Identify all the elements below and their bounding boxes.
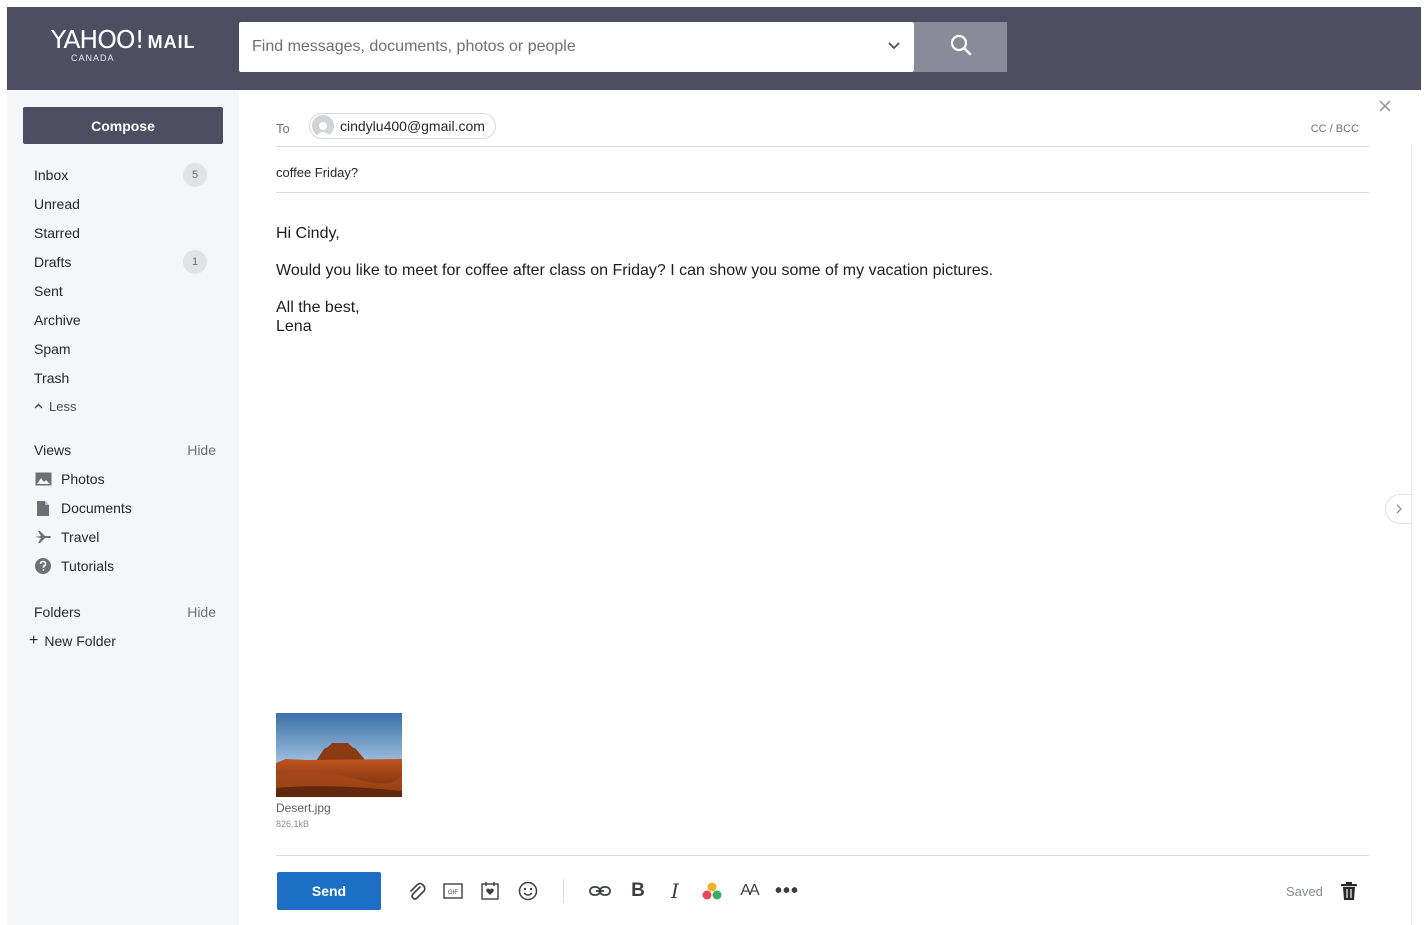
more-options-icon[interactable]: ••• xyxy=(774,878,800,904)
sidebar-item-archive[interactable]: Archive xyxy=(34,308,214,332)
sidebar-item-label: Spam xyxy=(34,341,71,357)
svg-text:GIF: GIF xyxy=(448,890,458,896)
toolbar-divider xyxy=(276,855,1369,856)
bold-icon[interactable]: B xyxy=(625,878,651,904)
logo-suffix: MAIL xyxy=(147,32,196,52)
attachment-thumbnail xyxy=(276,713,402,797)
toolbar-separator xyxy=(563,879,564,903)
drafts-count-badge: 1 xyxy=(183,250,207,274)
inbox-count-badge: 5 xyxy=(183,163,207,187)
chevron-up-icon xyxy=(34,403,43,409)
sidebar-item-trash[interactable]: Trash xyxy=(34,366,214,390)
font-size-icon[interactable]: AA xyxy=(736,878,762,904)
to-field[interactable]: To cindylu400@gmail.com CC / BCC xyxy=(276,111,1369,147)
saved-status: Saved xyxy=(1286,884,1323,899)
sidebar-item-label: Starred xyxy=(34,225,80,241)
trash-icon[interactable] xyxy=(1338,880,1360,902)
sidebar-item-sent[interactable]: Sent xyxy=(34,279,214,303)
less-label: Less xyxy=(49,398,77,414)
top-header: YAHOO! MAIL CANADA xyxy=(7,7,1421,90)
search-button[interactable] xyxy=(914,22,1007,72)
attach-icon[interactable] xyxy=(404,878,430,904)
plus-icon: + xyxy=(29,632,39,649)
side-panel-edge xyxy=(1411,145,1421,925)
text-color-icon[interactable] xyxy=(699,878,725,904)
views-header: Views Hide xyxy=(34,438,216,462)
views-hide-link[interactable]: Hide xyxy=(187,442,216,458)
view-label: Tutorials xyxy=(61,558,115,574)
body-message: Would you like to meet for coffee after … xyxy=(276,262,994,279)
attachment-size: 826.1kB xyxy=(276,819,310,829)
document-icon xyxy=(34,499,52,517)
chevron-right-icon[interactable] xyxy=(1385,494,1411,524)
attachment-name: Desert.jpg xyxy=(276,801,331,815)
sidebar-item-label: Drafts xyxy=(34,254,72,270)
views-label: Views xyxy=(34,442,72,458)
sidebar-item-label: Inbox xyxy=(34,167,69,183)
view-label: Photos xyxy=(61,471,105,487)
close-icon[interactable] xyxy=(1379,99,1397,117)
folders-hide-link[interactable]: Hide xyxy=(187,604,216,620)
subject-field xyxy=(276,157,1369,193)
sidebar-item-starred[interactable]: Starred xyxy=(34,221,214,245)
sidebar-item-label: Sent xyxy=(34,283,63,299)
view-item-tutorials[interactable]: Tutorials xyxy=(34,554,214,578)
subject-input[interactable] xyxy=(276,157,1369,187)
view-item-documents[interactable]: Documents xyxy=(34,496,214,520)
gif-icon[interactable]: GIF xyxy=(440,878,466,904)
sticker-icon[interactable] xyxy=(477,878,503,904)
logo-region: CANADA xyxy=(71,53,115,63)
view-item-photos[interactable]: Photos xyxy=(34,467,214,491)
view-item-travel[interactable]: Travel xyxy=(34,525,214,549)
search-icon xyxy=(950,34,972,61)
body-closing: All the best, xyxy=(276,299,360,316)
to-label: To xyxy=(276,121,290,136)
italic-icon[interactable]: I xyxy=(662,878,688,904)
recipient-chip[interactable]: cindylu400@gmail.com xyxy=(309,113,496,139)
avatar xyxy=(312,115,334,137)
body-greeting: Hi Cindy, xyxy=(276,225,340,242)
sidebar-item-label: Unread xyxy=(34,196,80,212)
view-label: Travel xyxy=(61,529,100,545)
new-folder-label: New Folder xyxy=(44,633,116,649)
logo-text: YAHOO! xyxy=(51,25,145,54)
sidebar-item-label: Archive xyxy=(34,312,81,328)
help-icon xyxy=(34,557,52,575)
body-signature: Lena xyxy=(276,318,312,335)
sidebar: Compose Inbox 5 Unread Starred Drafts 1 … xyxy=(7,90,239,925)
cc-bcc-link[interactable]: CC / BCC xyxy=(1311,123,1359,135)
chevron-down-icon[interactable] xyxy=(884,36,904,56)
compose-button[interactable]: Compose xyxy=(23,107,223,144)
less-toggle[interactable]: Less xyxy=(34,394,214,418)
search-box xyxy=(239,22,914,72)
sidebar-item-spam[interactable]: Spam xyxy=(34,337,214,361)
emoji-icon[interactable] xyxy=(515,878,541,904)
new-folder-button[interactable]: + New Folder xyxy=(29,629,209,653)
recipient-email: cindylu400@gmail.com xyxy=(340,118,485,134)
photo-icon xyxy=(34,470,52,488)
sidebar-item-unread[interactable]: Unread xyxy=(34,192,214,216)
link-icon[interactable] xyxy=(587,878,613,904)
app-window: YAHOO!MAIL CANADA Compose Inbox 5 Unread… xyxy=(7,7,1421,925)
plane-icon xyxy=(34,528,52,546)
search-input[interactable] xyxy=(239,22,879,72)
folders-header: Folders Hide xyxy=(34,600,216,624)
send-button[interactable]: Send xyxy=(277,872,381,910)
folders-label: Folders xyxy=(34,604,81,620)
message-body[interactable]: Hi Cindy, Would you like to meet for cof… xyxy=(276,217,1369,697)
view-label: Documents xyxy=(61,500,132,516)
sidebar-item-label: Trash xyxy=(34,370,70,386)
yahoo-mail-logo[interactable]: YAHOO! MAIL CANADA xyxy=(51,25,201,63)
attachment-card[interactable]: Desert.jpg 826.1kB xyxy=(276,713,402,829)
